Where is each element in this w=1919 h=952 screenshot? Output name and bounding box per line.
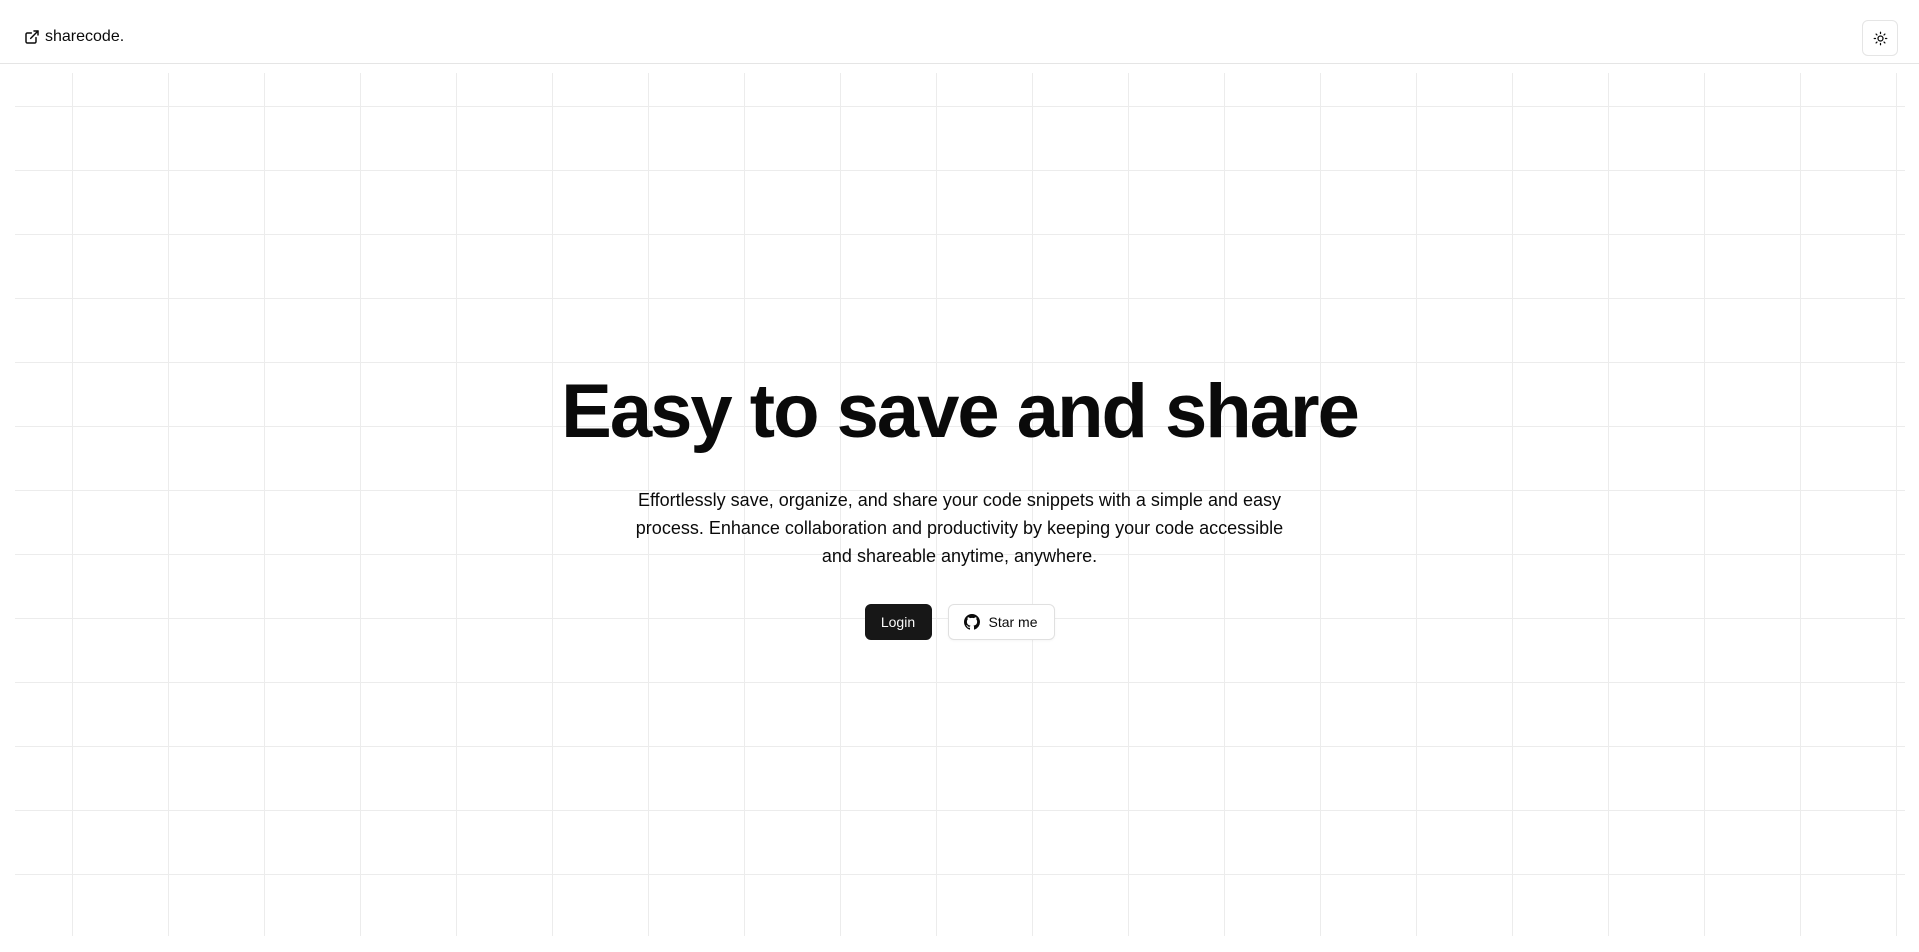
star-me-button-label: Star me [988, 614, 1038, 630]
github-icon [964, 614, 981, 630]
hero-title: Easy to save and share [561, 369, 1360, 454]
theme-toggle-button[interactable] [1862, 20, 1898, 56]
brand-link[interactable]: sharecode. [24, 26, 124, 48]
site-header: sharecode. [0, 0, 1919, 64]
sun-icon [1873, 31, 1887, 45]
hero-section: Easy to save and share Effortlessly save… [0, 366, 1919, 640]
hero-description: Effortlessly save, organize, and share y… [635, 490, 1284, 566]
star-me-button[interactable]: Star me [947, 604, 1055, 640]
brand-label: sharecode. [45, 28, 125, 45]
login-button-label: Login [880, 614, 916, 630]
login-button[interactable]: Login [864, 604, 932, 640]
hero-actions: Login Star me [0, 604, 1919, 640]
external-link-icon [25, 30, 39, 44]
